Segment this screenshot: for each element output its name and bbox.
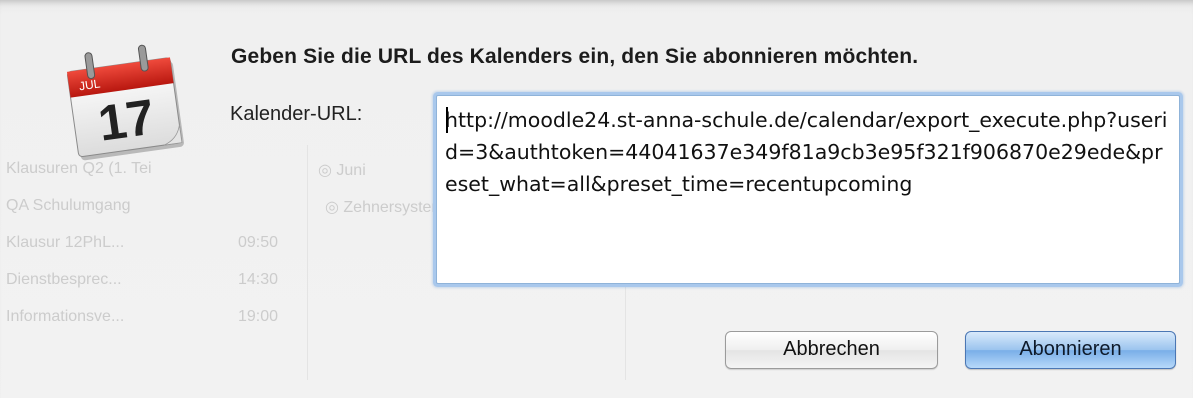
cancel-button[interactable]: Abbrechen [725,331,938,369]
ghost-event-time: 09:50 [238,234,279,251]
dialog-heading: Geben Sie die URL des Kalenders ein, den… [231,45,919,68]
calendar-url-input[interactable]: http://moodle24.st-anna-schule.de/calend… [436,95,1180,284]
subscribe-button[interactable]: Abonnieren [965,331,1176,369]
calendar-url-label: Kalender-URL: [230,103,363,125]
ghost-event-title: Informationsve... [6,308,125,325]
ghost-divider [307,145,308,380]
ghost-event-title: ◎ Juni [318,162,366,179]
calendar-month-text: JUL [78,76,101,93]
ghost-event-row: Dienstbesprec... 14:30 [6,271,306,289]
ical-calendar-icon: JUL 17 [66,44,184,161]
ghost-event-title: ◎ Zehnersystem [325,199,445,216]
ghost-event-row: QA Schulumgang [6,197,131,215]
ghost-event-row: Klausur 12PhL... 09:50 [6,234,306,252]
text-cursor [446,107,448,133]
subscribe-dialog: Klausuren Q2 (1. Tei QA Schulumgang Klau… [0,0,1193,398]
ghost-event-row: Informationsve... 19:00 [6,308,306,326]
ghost-event-time: 14:30 [238,271,279,288]
ghost-event-title: QA Schulumgang [6,197,131,214]
ghost-event-title: Dienstbesprec... [6,271,122,288]
ghost-event-time: 19:00 [238,308,279,325]
calendar-day-text: 17 [95,89,158,152]
ghost-event-title: Klausur 12PhL... [6,234,125,251]
